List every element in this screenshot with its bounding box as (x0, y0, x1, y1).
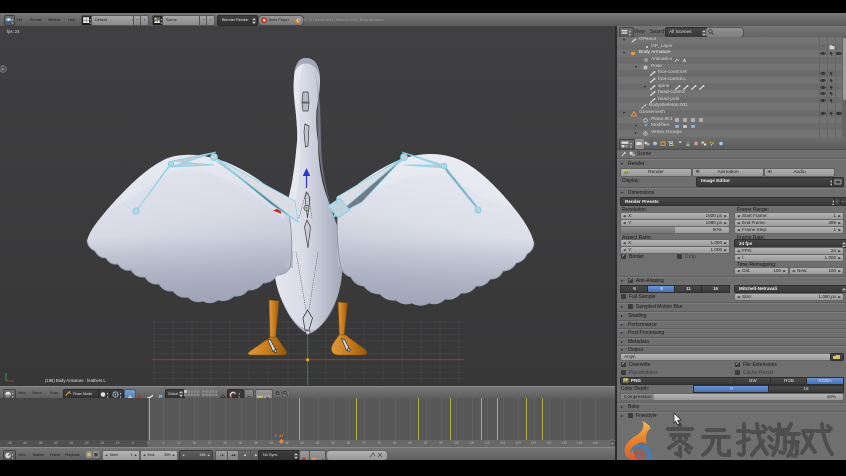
svg-text:+: + (610, 442, 614, 448)
svg-text:+: + (1, 67, 4, 73)
